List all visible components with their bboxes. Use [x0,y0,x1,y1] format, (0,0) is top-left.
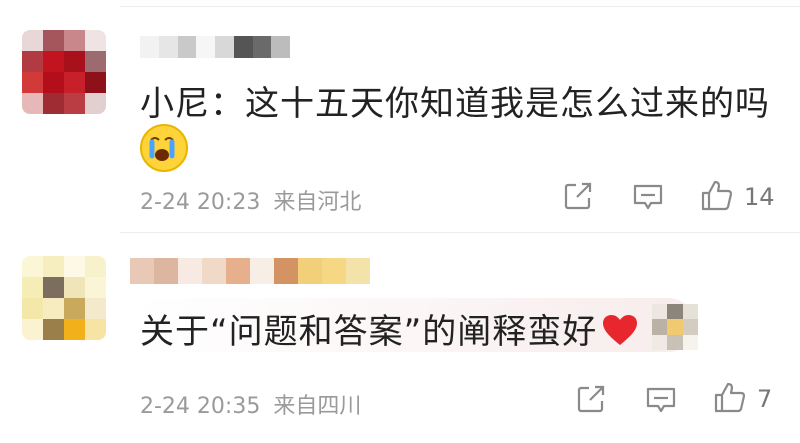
comment-meta: 2-24 20:23 来自河北 [140,184,361,216]
comment-icon[interactable] [632,182,664,216]
sticker-image [652,304,698,350]
username[interactable] [130,258,370,284]
comment-location: 来自四川 [273,394,362,419]
username[interactable] [140,36,290,58]
crying-face-icon [140,124,188,172]
share-icon[interactable] [563,181,593,215]
avatar[interactable] [22,256,106,340]
red-heart-icon [601,313,639,356]
like-icon[interactable] [713,380,747,418]
avatar[interactable] [22,30,106,114]
comment-icon[interactable] [645,385,677,419]
comment-item: 小尼：这十五天你知道我是怎么过来的吗 2-24 20:23 来自河北 14 [0,0,800,230]
like-count: 14 [744,183,775,211]
comment-meta: 2-24 20:35 来自四川 [140,388,361,420]
comment-text-content: 关于“问题和答案”的阐释蛮好 [140,312,598,352]
like-count: 7 [757,385,773,413]
comment-time: 2-24 20:35 [140,394,261,419]
comment-item: 关于“问题和答案”的阐释蛮好 2-24 20:35 来自四川 7 [0,232,800,443]
comment-text: 小尼：这十五天你知道我是怎么过来的吗 [140,84,770,124]
share-icon[interactable] [576,384,606,418]
comment-time: 2-24 20:23 [140,190,261,215]
like-icon[interactable] [700,178,734,216]
comment-location: 来自河北 [273,190,362,215]
comment-text: 关于“问题和答案”的阐释蛮好 [140,304,639,356]
